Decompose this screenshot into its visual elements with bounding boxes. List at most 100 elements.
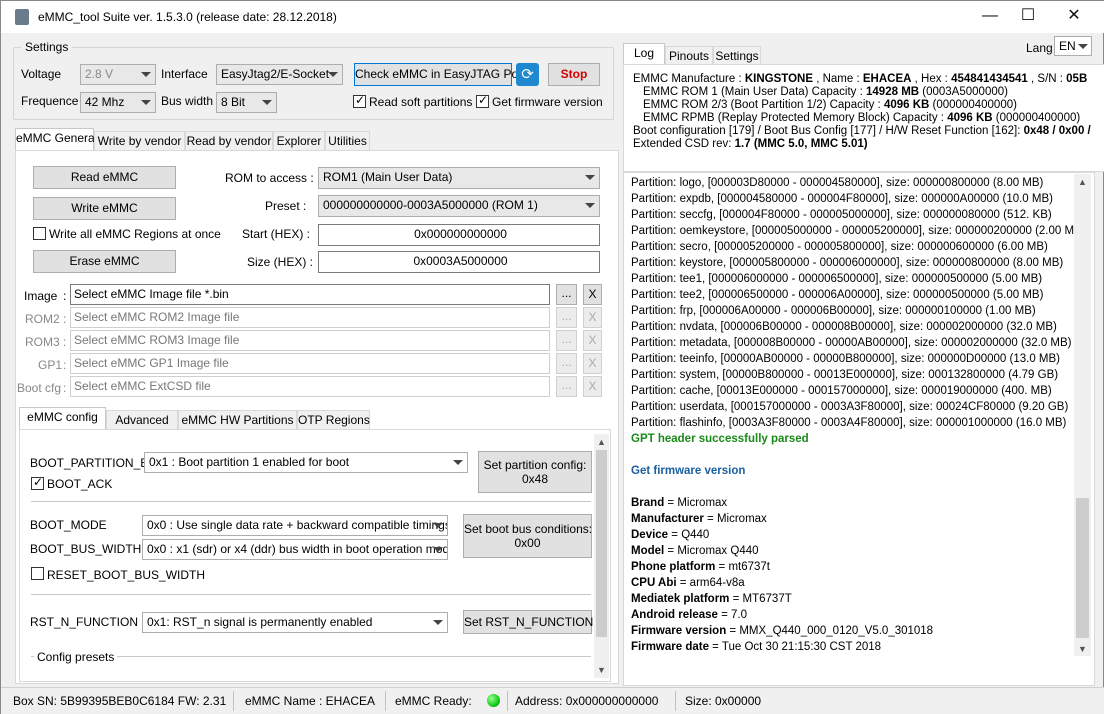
gp1-label: GP1 (38, 358, 63, 372)
tab-pinouts[interactable]: Pinouts (665, 46, 713, 66)
image-browse-button[interactable]: ... (556, 284, 577, 305)
chevron-down-icon (1078, 44, 1088, 49)
preset-select[interactable]: 000000000000-0003A5000000 (ROM 1) (318, 195, 600, 217)
voltage-label: Voltage (21, 67, 62, 81)
info-value: 454841434541 (951, 73, 1028, 85)
chevron-down-icon (433, 547, 443, 552)
image-label: Image (24, 289, 58, 303)
frequence-value: 42 Mhz (85, 95, 125, 109)
log-partition-line: Partition: secro, [000005200000 - 000005… (631, 241, 1048, 253)
get-firmware-version-checkbox[interactable] (476, 93, 489, 108)
log-partition-line: Partition: seccfg, [000004F80000 - 00000… (631, 209, 1052, 221)
refresh-icon[interactable]: ⟳ (516, 63, 539, 86)
rom2-file-input[interactable]: Select eMMC ROM2 Image file (70, 307, 550, 328)
chevron-down-icon (328, 72, 338, 77)
log-partition-line: Partition: expdb, [000004580000 - 000004… (631, 193, 1053, 205)
buswidth-select[interactable]: 8 Bit (216, 92, 277, 113)
rom3-browse-button[interactable]: ... (556, 330, 577, 351)
read-emmc-button[interactable]: Read eMMC (33, 166, 176, 189)
firmware-key: Brand (631, 497, 665, 509)
firmware-key: Manufacturer (631, 513, 704, 525)
info-label: EMMC ROM 1 (Main User Data) Capacity : (643, 86, 867, 98)
close-button[interactable]: ✕ (1051, 1, 1097, 31)
write-all-regions-checkbox[interactable] (33, 227, 46, 240)
firmware-header-line: Get firmware version (631, 465, 746, 477)
erase-emmc-button[interactable]: Erase eMMC (33, 250, 176, 273)
chevron-down-icon (141, 72, 151, 77)
boot-ack-label: BOOT_ACK (47, 477, 113, 491)
scroll-down-icon[interactable]: ▼ (597, 665, 606, 675)
log-partition-line: Partition: tee1, [000006000000 - 0000065… (631, 273, 1043, 285)
tab-emmc-config[interactable]: eMMC config (19, 407, 106, 430)
frequence-select[interactable]: 42 Mhz (80, 92, 156, 113)
tab-otp-regions[interactable]: OTP Regions (297, 410, 370, 430)
rom3-file-input[interactable]: Select eMMC ROM3 Image file (70, 330, 550, 351)
read-soft-partitions-checkbox[interactable] (353, 93, 366, 108)
gp1-clear-button[interactable]: X (583, 353, 602, 374)
image-colon: : (63, 289, 67, 303)
maximize-button[interactable]: ☐ (1005, 1, 1051, 31)
size-hex-input[interactable]: 0x0003A5000000 (318, 251, 600, 273)
rom2-browse-button[interactable]: ... (556, 307, 577, 328)
start-hex-input[interactable]: 0x000000000000 (318, 224, 600, 246)
boot-ack-checkbox[interactable] (31, 475, 44, 490)
boot-bus-width-value: 0x0 : x1 (sdr) or x4 (ddr) bus width in … (147, 542, 448, 556)
gp1-browse-button[interactable]: ... (556, 353, 577, 374)
boot-mode-select[interactable]: 0x0 : Use single data rate + backward co… (142, 515, 448, 536)
bootcfg-clear-button[interactable]: X (583, 376, 602, 397)
set-partition-config-button[interactable]: Set partition config: 0x48 (478, 451, 592, 493)
bootcfg-browse-button[interactable]: ... (556, 376, 577, 397)
boot-partition-select[interactable]: 0x1 : Boot partition 1 enabled for boot (144, 452, 468, 473)
scroll-up-icon[interactable]: ▲ (1078, 177, 1087, 187)
tab-log[interactable]: Log (623, 43, 665, 66)
rom-access-select[interactable]: ROM1 (Main User Data) (318, 167, 600, 189)
info-value: 1.7 (MMC 5.0, MMC 5.01) (734, 138, 868, 150)
stop-button[interactable]: Stop (548, 63, 600, 86)
size-label: Size: 0x00000 (685, 694, 762, 708)
firmware-info-line: Brand = Micromax (631, 495, 727, 511)
log-scroll-thumb[interactable] (1076, 498, 1089, 638)
info-label: , Hex : (911, 73, 952, 85)
boot-bus-width-select[interactable]: 0x0 : x1 (sdr) or x4 (ddr) bus width in … (142, 539, 448, 560)
ready-status-led-icon (487, 694, 500, 707)
lang-value: EN (1059, 39, 1076, 53)
image-file-input[interactable]: Select eMMC Image file *.bin (70, 284, 550, 305)
rst-function-select[interactable]: 0x1: RST_n signal is permanently enabled (142, 612, 448, 633)
scroll-down-icon[interactable]: ▼ (1078, 644, 1087, 654)
tab-emmc-hw-partitions[interactable]: eMMC HW Partitions (178, 410, 297, 430)
tab-write-by-vendor[interactable]: Write by vendor (94, 131, 185, 151)
write-emmc-button[interactable]: Write eMMC (33, 197, 176, 220)
set-boot-bus-button[interactable]: Set boot bus conditions: 0x00 (463, 514, 592, 558)
lang-select[interactable]: EN (1054, 36, 1092, 56)
config-scroll-thumb[interactable] (596, 450, 607, 637)
rom-access-label: ROM to access : (225, 171, 314, 185)
tab-settings[interactable]: Settings (713, 46, 761, 66)
set-rst-function-button[interactable]: Set RST_N_FUNCTION (463, 610, 593, 634)
rom3-clear-button[interactable]: X (583, 330, 602, 351)
address-label: Address: 0x000000000000 (515, 694, 659, 708)
log-partition-line: Partition: teeinfo, [00000AB00000 - 0000… (631, 353, 1060, 365)
tab-utilities[interactable]: Utilities (325, 131, 370, 151)
image-clear-button[interactable]: X (583, 284, 602, 305)
tab-advanced[interactable]: Advanced (106, 410, 178, 430)
status-bar: Box SN: 5B99395BEB0C6184 FW: 2.31 eMMC N… (1, 687, 1104, 714)
gp1-file-input[interactable]: Select eMMC GP1 Image file (70, 353, 550, 374)
status-divider (233, 691, 234, 711)
interface-select[interactable]: EasyJtag2/E-Socket (216, 64, 343, 85)
device-info-row: EMMC Manufacture : KINGSTONE , Name : EH… (633, 73, 1101, 86)
scroll-up-icon[interactable]: ▲ (597, 437, 606, 447)
check-emmc-button[interactable]: Check eMMC in EasyJTAG Port (354, 63, 525, 86)
gp1-colon: : (63, 358, 67, 372)
info-value: 0x48 / 0x00 / (1023, 125, 1091, 137)
tab-emmc-general[interactable]: eMMC General (15, 128, 97, 151)
bootcfg-file-input[interactable]: Select eMMC ExtCSD file (70, 376, 550, 397)
info-value: 4096 KB (947, 112, 993, 124)
firmware-info-line: Phone platform = mt6737t (631, 559, 770, 575)
config-presets-label: Config presets (34, 650, 118, 664)
tab-read-by-vendor[interactable]: Read by vendor (185, 131, 273, 151)
firmware-value: = MMX_Q440_000_0120_V5.0_301018 (726, 625, 934, 637)
voltage-select[interactable]: 2.8 V (80, 64, 156, 85)
tab-explorer[interactable]: Explorer (273, 131, 325, 151)
reset-boot-bus-checkbox[interactable] (31, 567, 44, 580)
rom2-clear-button[interactable]: X (583, 307, 602, 328)
